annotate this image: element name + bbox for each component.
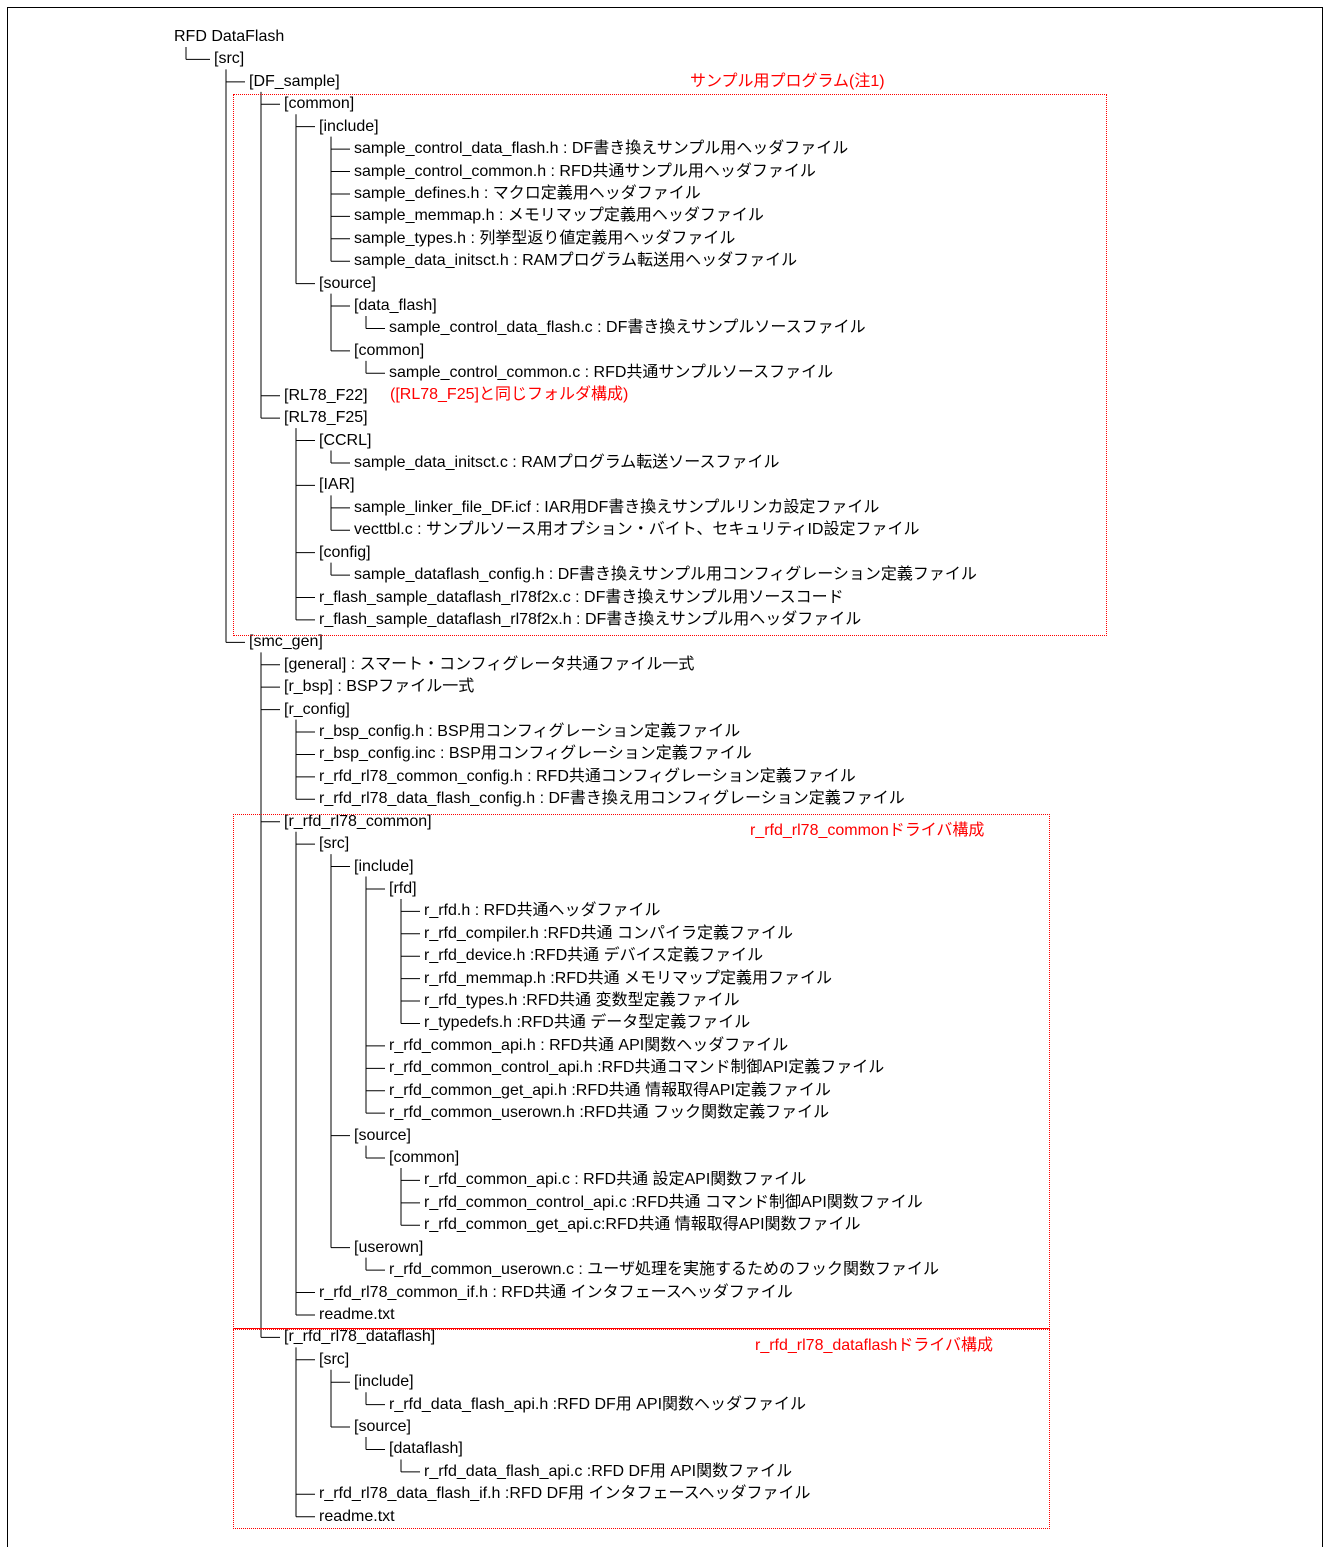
tree-node-general: [general] : スマート・コンフィグレータ共通ファイル一式	[284, 655, 695, 673]
sample-program-box	[233, 94, 1107, 636]
tree-node-r-bsp-config-h: r_bsp_config.h : BSP用コンフィグレーション定義ファイル	[319, 723, 741, 741]
common-driver-note: r_rfd_rl78_commonドライバ構成	[750, 822, 985, 839]
dataflash-driver-box	[233, 1329, 1050, 1529]
tree-node-rfd: RFD DataFlash	[174, 28, 285, 45]
sample-program-note: サンプル用プログラム(注1)	[690, 73, 885, 90]
rl78-f22-note: ([RL78_F25]と同じフォルダ構成)	[390, 386, 629, 403]
tree-node-r-rfd-rl78-data-flash-config-h: r_rfd_rl78_data_flash_config.h : DF書き換え用…	[319, 790, 905, 808]
tree-node-src: [src]	[214, 50, 245, 68]
tree-node-r-config: [r_config]	[284, 700, 350, 718]
common-driver-box	[233, 814, 1050, 1329]
tree-node-r-bsp: [r_bsp] : BSPファイル一式	[284, 678, 475, 696]
dataflash-driver-note: r_rfd_rl78_dataflashドライバ構成	[755, 1337, 993, 1354]
tree-node-df-sample: [DF_sample]	[249, 72, 340, 90]
tree-node-r-rfd-rl78-common-config-h: r_rfd_rl78_common_config.h : RFD共通コンフィグレ…	[319, 767, 856, 785]
tree-node-r-bsp-config-inc: r_bsp_config.inc : BSP用コンフィグレーション定義ファイル	[319, 745, 752, 763]
